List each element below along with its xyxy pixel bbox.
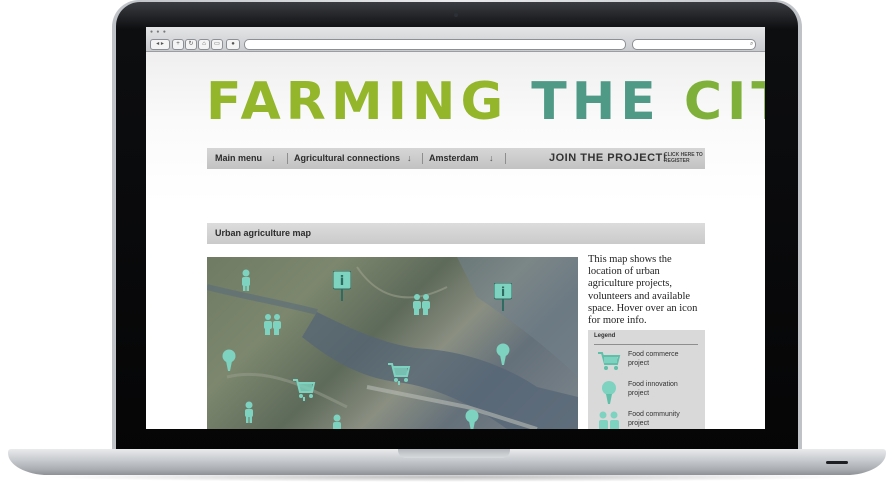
- camera-icon: [454, 13, 458, 17]
- info-sign-icon[interactable]: i: [493, 282, 513, 316]
- shopping-cart-icon: [597, 350, 621, 372]
- shopping-cart-icon[interactable]: [387, 361, 411, 390]
- people-icon[interactable]: [412, 293, 432, 320]
- road: [356, 266, 448, 299]
- lightbulb-icon[interactable]: [465, 409, 479, 429]
- join-project-link[interactable]: JOIN THE PROJECT!: [549, 148, 667, 169]
- home-icon[interactable]: ⌂: [198, 39, 210, 50]
- map-graphic: [207, 257, 578, 429]
- legend-divider: [594, 344, 698, 345]
- lightbulb-icon[interactable]: [222, 349, 236, 376]
- title-word-1: FARMING: [206, 72, 509, 132]
- legend-label: Food innovation project: [628, 381, 678, 397]
- title-word-3: CITY: [683, 72, 765, 132]
- shopping-cart-icon[interactable]: [292, 377, 316, 406]
- legend-item-commerce: Food commerce project: [594, 350, 702, 378]
- section-title: Urban agriculture map: [215, 228, 312, 238]
- chevron-down-icon[interactable]: ↓: [407, 148, 412, 169]
- back-forward-button[interactable]: ◂ ▸: [150, 39, 170, 50]
- bookmark-icon[interactable]: ▭: [211, 39, 223, 50]
- laptop-opening-notch: [398, 449, 510, 458]
- legend-label: Food community project: [628, 411, 680, 427]
- menu-main[interactable]: Main menu: [215, 148, 262, 169]
- window-controls[interactable]: ● ● ●: [150, 29, 167, 35]
- people-icon[interactable]: [239, 269, 253, 296]
- sleep-indicator: [826, 461, 848, 464]
- web-page: FARMING THE CITY Main menu ↓ Agricultura…: [146, 52, 765, 429]
- reload-icon[interactable]: ↻: [185, 39, 197, 50]
- title-word-2: THE: [531, 72, 661, 132]
- screen: ● ● ● ◂ ▸ + ↻ ⌂ ▭ ● ⌕ FARMING THE CITY M…: [146, 27, 765, 429]
- lightbulb-icon: [597, 380, 621, 404]
- browser-toolbar: ● ● ● ◂ ▸ + ↻ ⌂ ▭ ● ⌕: [146, 27, 765, 52]
- legend-item-innovation: Food innovation project: [594, 380, 702, 408]
- section-header: Urban agriculture map: [207, 223, 705, 244]
- canal: [207, 284, 318, 315]
- urban-agriculture-map[interactable]: i i: [207, 257, 578, 429]
- svg-text:i: i: [340, 274, 344, 289]
- menu-divider: [287, 153, 288, 164]
- main-navigation: Main menu ↓ Agricultural connections ↓ A…: [207, 148, 705, 169]
- menu-agricultural-connections[interactable]: Agricultural connections: [294, 148, 400, 169]
- add-bookmark-button[interactable]: +: [172, 39, 184, 50]
- legend-title: Legend: [594, 333, 616, 339]
- info-sign-icon[interactable]: i: [332, 270, 352, 306]
- legend-item-community: Food community project: [594, 410, 702, 429]
- register-link[interactable]: CLICK HERE TO REGISTER: [664, 152, 704, 164]
- chevron-down-icon[interactable]: ↓: [271, 148, 276, 169]
- map-description: This map shows the location of urban agr…: [588, 254, 698, 327]
- person-icon[interactable]: [331, 414, 343, 429]
- lightbulb-icon[interactable]: [496, 343, 510, 370]
- legend-label: Food commerce project: [628, 351, 679, 367]
- chevron-down-icon[interactable]: ↓: [489, 148, 494, 169]
- search-field[interactable]: ⌕: [632, 39, 756, 50]
- settings-icon[interactable]: ●: [226, 39, 240, 50]
- people-icon: [597, 410, 621, 429]
- map-legend: Legend Food commerce project Food innova…: [588, 330, 705, 429]
- search-icon: ⌕: [749, 41, 755, 47]
- person-icon[interactable]: [243, 401, 255, 428]
- site-title[interactable]: FARMING THE CITY: [206, 72, 765, 132]
- people-icon[interactable]: [263, 313, 283, 340]
- menu-amsterdam[interactable]: Amsterdam: [429, 148, 479, 169]
- menu-divider: [505, 153, 506, 164]
- svg-text:i: i: [501, 285, 505, 299]
- menu-divider: [422, 153, 423, 164]
- address-bar[interactable]: [244, 39, 626, 50]
